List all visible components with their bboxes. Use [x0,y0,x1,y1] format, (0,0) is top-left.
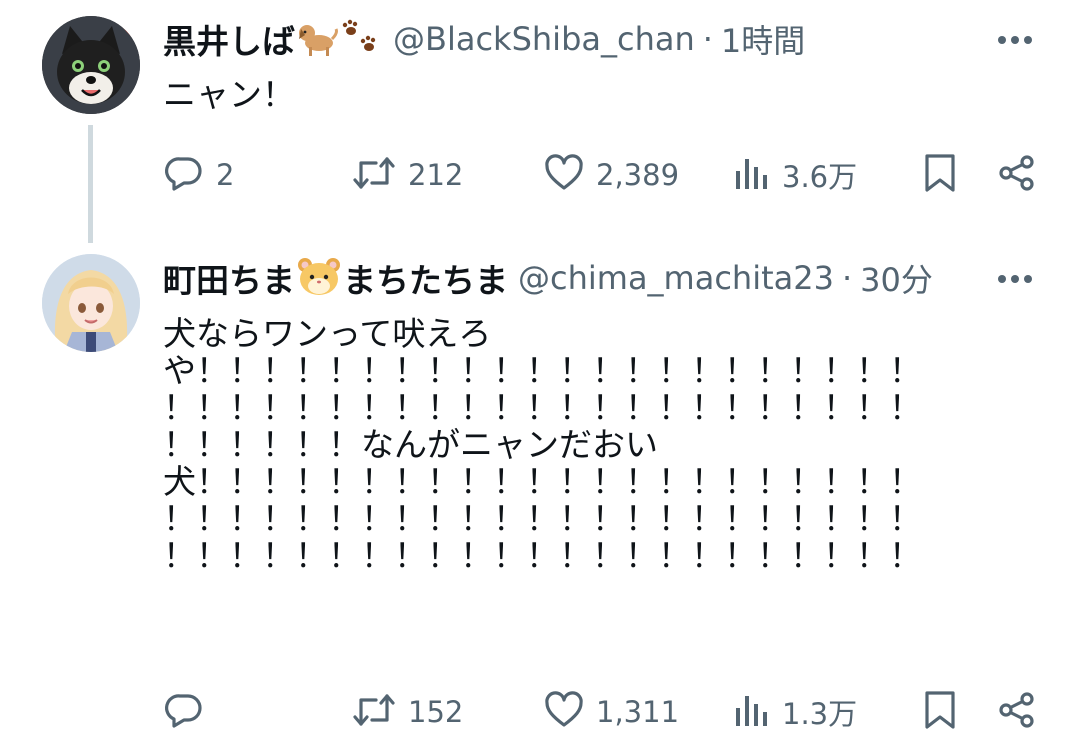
like-count: 1,311 [596,695,680,729]
share-icon [997,690,1037,734]
author-handle[interactable]: @BlackShiba_chan [393,20,695,58]
like-icon [544,153,584,197]
more-icon[interactable] [995,20,1035,60]
retweet-button[interactable]: 212 [352,152,463,198]
separator: · [841,259,853,297]
share-icon [997,153,1037,197]
author-name[interactable]: 町田ちま [163,254,295,302]
author-name[interactable]: 黒井しば [163,15,295,63]
tweet[interactable]: 町田ちま まちたちま @chima_machita23 · 30分 犬ならワンっ… [0,240,1080,741]
bookmark-button[interactable] [922,689,958,735]
views-icon [734,690,770,734]
like-button[interactable]: 2,389 [544,152,679,198]
author-name-suffix[interactable]: まちたちま [343,254,508,302]
action-bar: 2 212 2,389 3.6万 [0,152,1080,198]
separator: · [702,20,713,58]
like-count: 2,389 [596,158,680,192]
tweet-header: 黒井しば @BlackShiba_chan · 1時間 [163,14,1040,64]
like-button[interactable]: 1,311 [544,689,679,735]
tweet-text: 犬ならワンって吠えろ や！！！！！！！！！！！！！！！！！！！！！！ ！！！！！… [163,314,922,575]
view-count: 3.6万 [782,160,858,194]
retweet-count: 212 [408,158,464,192]
like-icon [544,690,584,734]
bookmark-icon [922,153,958,197]
reply-button[interactable] [164,689,216,735]
retweet-button[interactable]: 152 [352,689,463,735]
reply-button[interactable]: 2 [164,152,234,198]
reply-icon [164,690,204,734]
timestamp[interactable]: 1時間 [721,16,805,62]
share-button[interactable] [997,152,1037,198]
retweet-count: 152 [408,695,464,729]
share-button[interactable] [997,689,1037,735]
tweet-header: 町田ちま まちたちま @chima_machita23 · 30分 [163,253,1040,303]
dog-emoji [295,17,339,61]
view-count: 1.3万 [782,697,858,731]
timestamp[interactable]: 30分 [860,255,933,301]
avatar[interactable] [42,254,140,352]
author-handle[interactable]: @chima_machita23 [518,259,834,297]
views-button[interactable]: 3.6万 [734,152,857,198]
more-icon[interactable] [995,259,1035,299]
avatar[interactable] [42,16,140,114]
retweet-icon [352,153,396,197]
views-button[interactable]: 1.3万 [734,689,857,735]
action-bar: 152 1,311 1.3万 [0,689,1080,735]
paw-prints-emoji [339,17,383,61]
tweet[interactable]: 黒井しば @BlackShiba_chan · 1時間 ニャン！ 2 212 2… [0,0,1080,243]
retweet-icon [352,690,396,734]
tweet-text: ニャン！ [163,75,295,114]
bookmark-button[interactable] [922,152,958,198]
bookmark-icon [922,690,958,734]
reply-count: 2 [216,158,235,192]
views-icon [734,153,770,197]
hamster-face-emoji [295,255,343,301]
reply-icon [164,153,204,197]
